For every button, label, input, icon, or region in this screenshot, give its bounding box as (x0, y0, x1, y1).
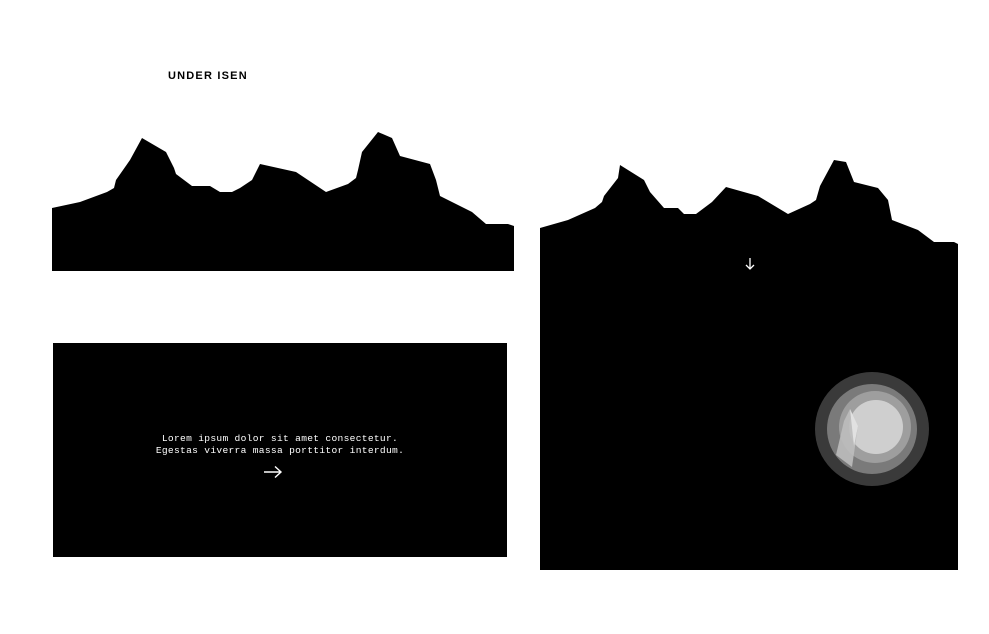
layered-circle-icon (815, 372, 929, 486)
hero-panel: Lorem ipsum dolor sit amet consectetur. … (53, 343, 507, 557)
mountain-banner-top (52, 132, 514, 271)
hero-line-2: Egestas viverra massa porttitor interdum… (155, 445, 405, 456)
brand-title: UNDER ISEN (168, 70, 248, 82)
arrow-right-icon[interactable] (263, 465, 283, 479)
mountain-panel-right (540, 160, 958, 570)
hero-text: Lorem ipsum dolor sit amet consectetur. … (53, 433, 507, 457)
arrow-down-icon[interactable] (742, 256, 758, 272)
hero-line-1: Lorem ipsum dolor sit amet consectetur. (161, 433, 399, 444)
